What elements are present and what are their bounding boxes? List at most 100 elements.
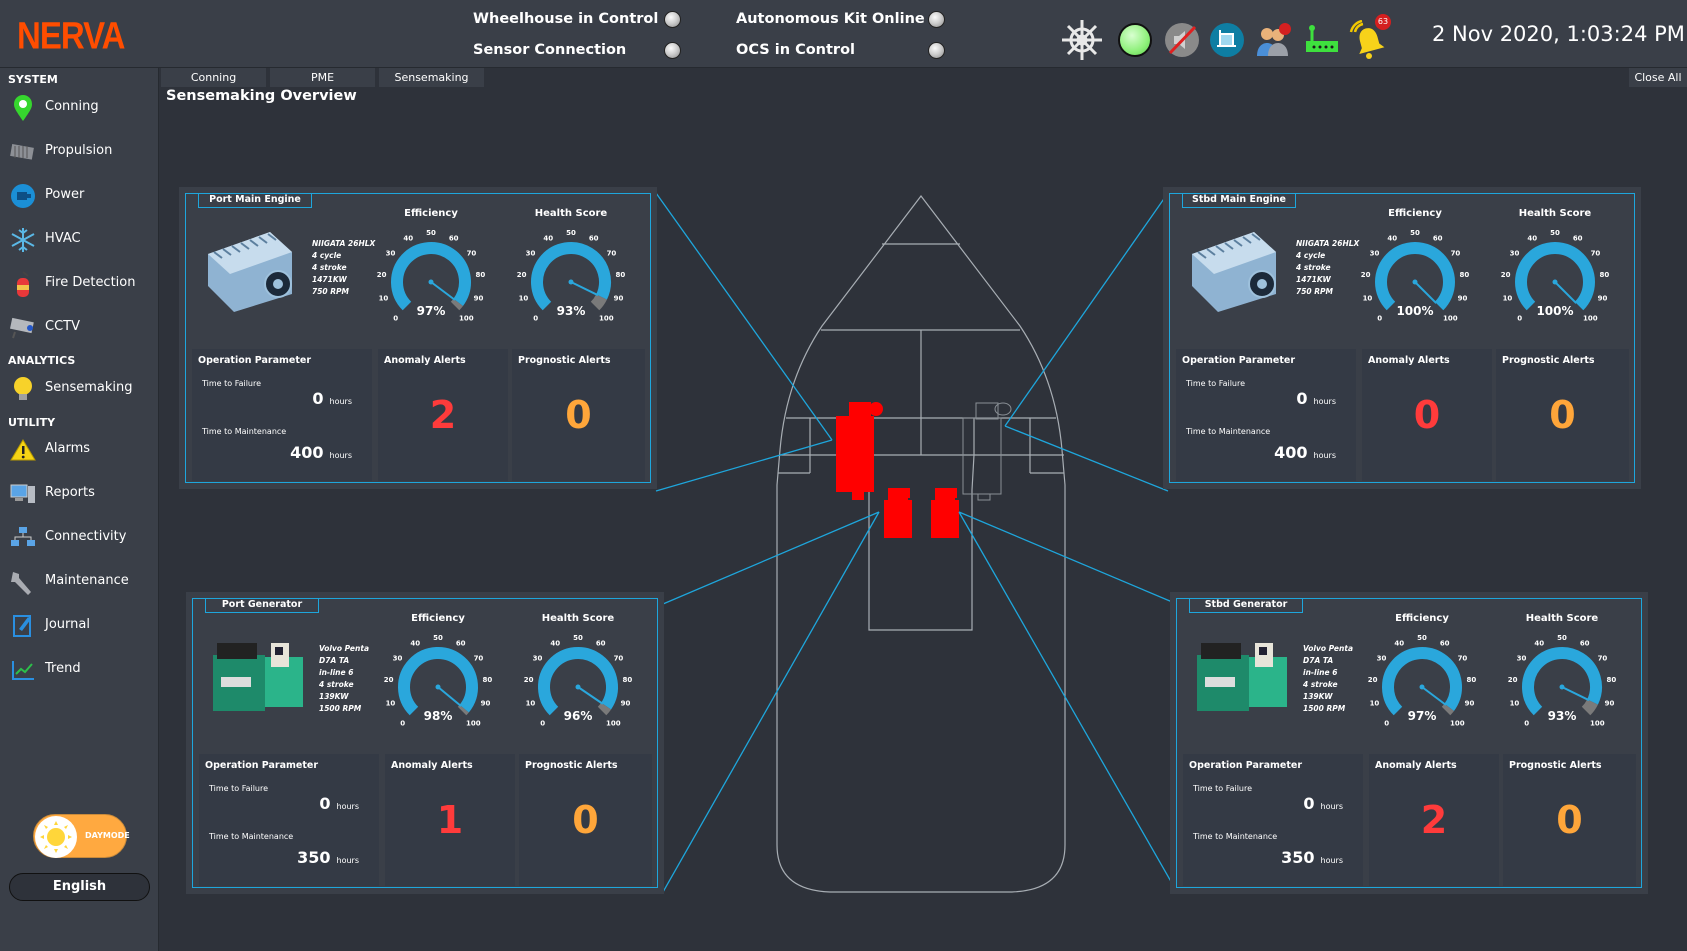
spec-line: 1500 RPM [1303,704,1346,713]
gauge-value-label: 97% [1408,709,1437,723]
gauge-needle [570,281,599,297]
anomaly-alerts-box[interactable]: Anomaly Alerts 1 [385,754,515,886]
prognostic-alerts-count: 0 [565,393,592,437]
gauge-hub [568,279,574,285]
spec-line: in-line 6 [1303,668,1338,677]
panel-port-generator: Port Generator Volvo Penta D7A TA in-line … [186,592,664,894]
spec-line: D7A TA [319,656,350,665]
anomaly-alerts-count: 0 [1413,393,1441,437]
box-title: Anomaly Alerts [384,355,466,366]
gauge-title: Efficiency [1388,208,1442,219]
gauge-remaining-arc [590,294,607,311]
gauge-tick-label: 90 [481,699,491,707]
time-to-maintenance-label: Time to Maintenance [1186,427,1271,436]
spec-line: 4 stroke [1296,263,1331,272]
health-score-gauge: Health Score 0 10 20 30 40 50 60 70 80 90 100 100% [1500,208,1610,328]
gauge-tick-label: 50 [1410,229,1420,237]
gauge-tick-label: 90 [621,699,631,707]
gauge-tick-label: 70 [607,250,617,258]
gauge-tick-label: 60 [449,234,459,242]
box-title: Anomaly Alerts [1368,355,1450,366]
operation-parameter-box: Operation Parameter Time to Failure 0 hou… [192,349,372,481]
gauge-dial: 0 10 20 30 40 50 60 70 80 90 100 98% [384,634,493,727]
app-window: NERVA Wheelhouse in Control Sensor Conne… [0,0,1687,951]
gauge-tick-label: 100 [1590,719,1605,727]
gauge-tick-label: 30 [1370,250,1380,258]
prognostic-alerts-box[interactable]: Prognostic Alerts 0 [1496,349,1629,481]
gauge-tick-label: 0 [393,314,398,322]
anomaly-alerts-count: 2 [429,393,457,437]
anomaly-alerts-box[interactable]: Anomaly Alerts 0 [1362,349,1492,481]
anomaly-alerts-box[interactable]: Anomaly Alerts 2 [378,349,508,481]
gauge-tick-label: 20 [524,676,534,684]
time-to-failure-value: 0 hours [312,389,352,408]
gauge-remaining-arc [1581,699,1598,716]
gauge-tick-label: 10 [526,699,536,707]
panel-title: Stbd Main Engine [1182,193,1296,208]
gauge-tick-label: 30 [1517,655,1527,663]
prognostic-alerts-count: 0 [1556,798,1583,842]
gauge-tick-label: 70 [467,250,477,258]
efficiency-gauge: Efficiency 0 10 20 30 40 50 60 70 80 90 100 100% [1360,208,1470,328]
health-score-gauge: Health Score 0 10 20 30 40 50 60 70 80 90 100 96% [523,613,633,733]
gauge-tick-label: 80 [1607,676,1617,684]
gauge-tick-label: 10 [1510,699,1520,707]
gauge-title: Efficiency [404,208,458,219]
gauge-tick-label: 20 [1361,271,1371,279]
gauge-tick-label: 50 [573,634,583,642]
gauge-tick-label: 80 [623,676,633,684]
gauge-tick-label: 0 [1377,314,1382,322]
spec-line: 4 stroke [312,263,347,272]
panel-frame: Stbd Main Engine NIIGATA 26HLX 4 cycle 4 s… [1169,193,1635,483]
gauge-needle [1414,281,1437,304]
gauge-tick-label: 40 [543,234,553,242]
gauge-tick-label: 50 [1557,634,1567,642]
port-main-engine-marker [836,402,883,500]
machine-specs: NIIGATA 26HLX 4 cycle 4 stroke 1471KW 750 RP… [1296,238,1359,298]
spec-line: 750 RPM [1296,287,1334,296]
gauge-tick-label: 80 [1467,676,1477,684]
prognostic-alerts-box[interactable]: Prognostic Alerts 0 [512,349,645,481]
panel-frame: Stbd Generator Volvo Penta D7A TA in-line … [1176,598,1642,888]
box-title: Anomaly Alerts [391,760,473,771]
gauge-tick-label: 20 [517,271,527,279]
prognostic-alerts-box[interactable]: Prognostic Alerts 0 [1503,754,1636,886]
gauge-needle [1561,686,1590,702]
generator-image [1191,629,1293,719]
gauge-hub [428,279,434,285]
gauge-hub [435,684,441,690]
spec-line: 750 RPM [312,287,350,296]
gauge-tick-label: 60 [1573,234,1583,242]
gauge-title: Health Score [1525,613,1599,624]
anomaly-alerts-count: 2 [1420,798,1448,842]
panel-frame: Port Generator Volvo Penta D7A TA in-line … [192,598,658,888]
gauge-value-label: 100% [1396,304,1433,318]
gauge-tick-label: 80 [1600,271,1610,279]
spec-line: Volvo Penta [1303,644,1354,653]
box-title: Anomaly Alerts [1375,760,1457,771]
gauge-tick-label: 100 [459,314,474,322]
gauge-tick-label: 40 [403,234,413,242]
gauge-value-arc [391,242,471,311]
gauge-tick-label: 50 [566,229,576,237]
gauge-tick-label: 70 [1591,250,1601,258]
spec-line: NIIGATA 26HLX [1296,239,1360,248]
gauge-dial: 0 10 20 30 40 50 60 70 80 90 100 96% [524,634,633,727]
gauge-tick-label: 20 [1508,676,1518,684]
panel-stbd-generator: Stbd Generator Volvo Penta D7A TA in-line … [1170,592,1648,894]
gauge-remaining-arc [450,298,463,311]
gauge-tick-label: 80 [476,271,486,279]
port-main-engine-body [836,416,874,492]
panel-stbd-main-engine: Stbd Main Engine NIIGATA 26HLX 4 cycle 4 s… [1163,187,1641,489]
gauge-value-label: 100% [1536,304,1573,318]
prognostic-alerts-box[interactable]: Prognostic Alerts 0 [519,754,652,886]
gauge-value-arc [1515,242,1595,311]
spec-line: 4 stroke [319,680,354,689]
anomaly-alerts-box[interactable]: Anomaly Alerts 2 [1369,754,1499,886]
gauge-tick-label: 30 [526,250,536,258]
spec-line: 4 cycle [1296,251,1326,260]
gauge-tick-label: 100 [466,719,481,727]
health-score-gauge: Health Score 0 10 20 30 40 50 60 70 80 90 100 93% [516,208,626,328]
gauge-tick-label: 30 [1510,250,1520,258]
gauge-tick-label: 20 [377,271,387,279]
